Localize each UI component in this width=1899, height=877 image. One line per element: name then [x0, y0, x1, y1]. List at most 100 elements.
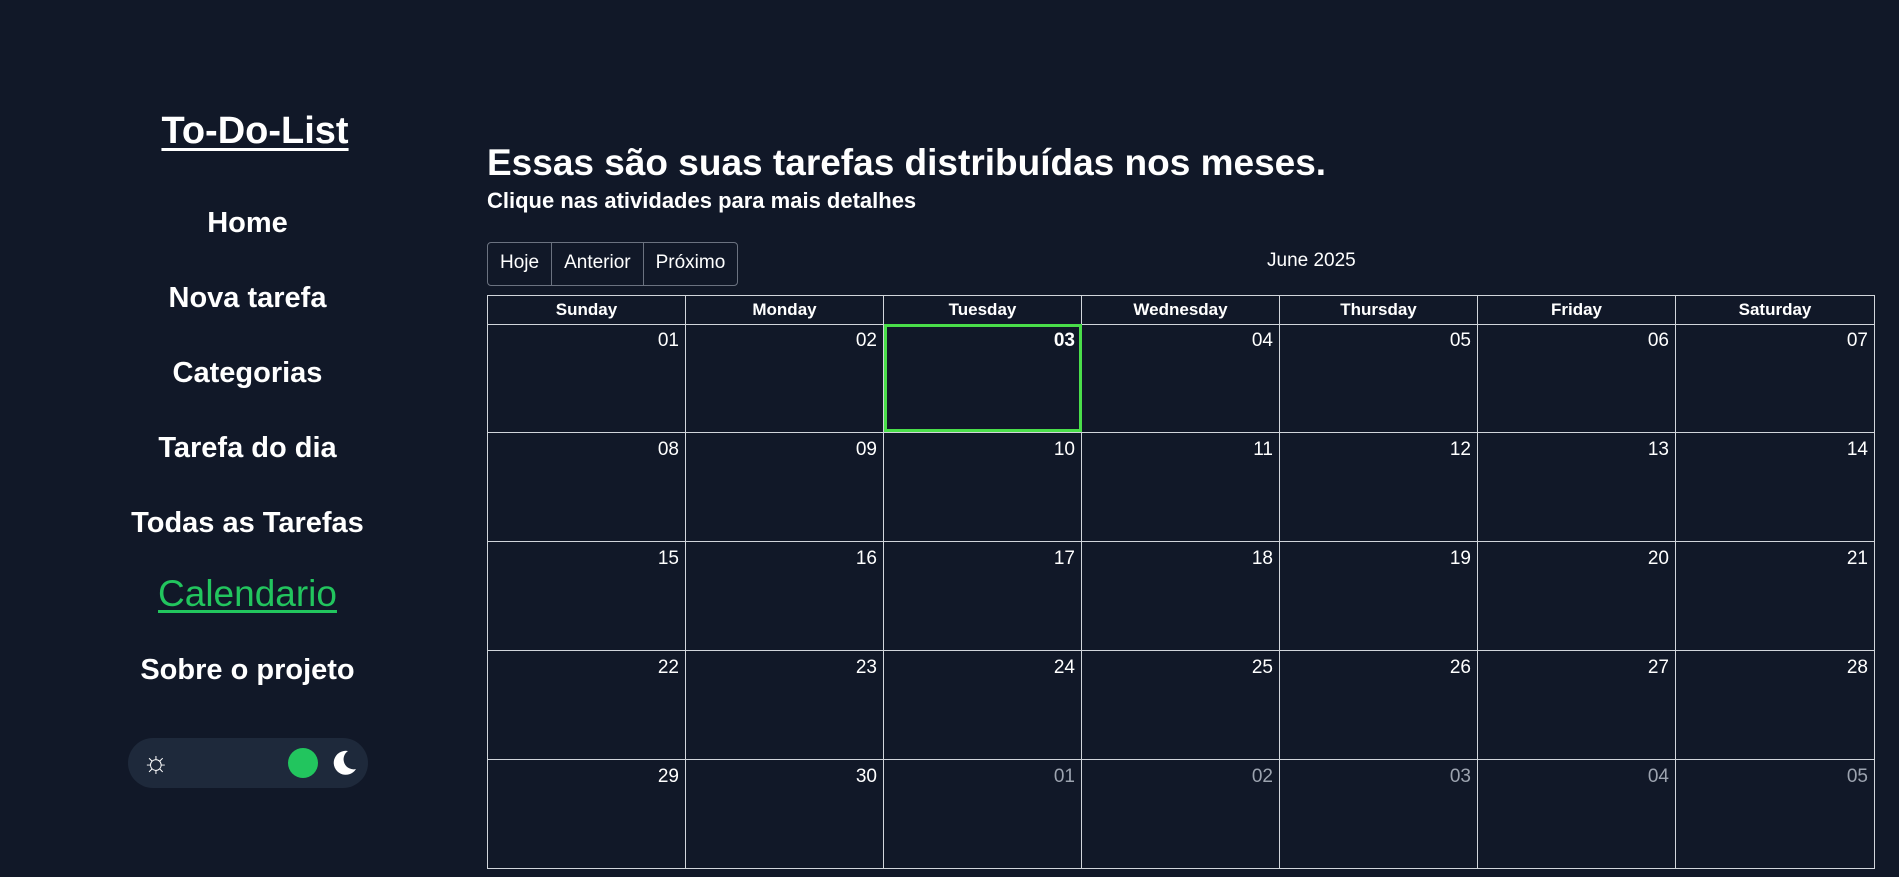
weekday-monday: Monday	[686, 296, 884, 325]
calendar-day[interactable]: 29	[488, 760, 686, 868]
calendar-day[interactable]: 17	[884, 542, 1082, 650]
calendar-day[interactable]: 30	[686, 760, 884, 868]
day-number: 14	[1846, 439, 1868, 460]
day-number: 13	[1647, 439, 1669, 460]
day-number: 27	[1647, 657, 1669, 678]
calendar-day[interactable]: 07	[1676, 324, 1874, 432]
weekday-header: Sunday Monday Tuesday Wednesday Thursday…	[488, 296, 1874, 325]
weekday-sunday: Sunday	[488, 296, 686, 325]
calendar-day[interactable]: 14	[1676, 433, 1874, 541]
day-number: 05	[1449, 330, 1471, 351]
calendar-day[interactable]: 22	[488, 651, 686, 759]
day-number: 21	[1846, 548, 1868, 569]
calendar-day[interactable]: 03	[1280, 760, 1478, 868]
calendar-day[interactable]: 18	[1082, 542, 1280, 650]
nav-item-sobre-o-projeto[interactable]: Sobre o projeto	[120, 654, 375, 729]
calendar-day[interactable]: 19	[1280, 542, 1478, 650]
calendar-day[interactable]: 16	[686, 542, 884, 650]
calendar-grid: Sunday Monday Tuesday Wednesday Thursday…	[487, 295, 1875, 869]
theme-toggle[interactable]: ☼	[128, 738, 368, 788]
day-number: 01	[1053, 766, 1075, 787]
day-number: 26	[1449, 657, 1471, 678]
calendar-day[interactable]: 02	[1082, 760, 1280, 868]
toggle-knob[interactable]	[288, 748, 318, 778]
nav-item-todas-as-tarefas[interactable]: Todas as Tarefas	[120, 507, 375, 582]
day-number: 24	[1053, 657, 1075, 678]
day-number: 03	[1449, 766, 1471, 787]
calendar-day[interactable]: 01	[488, 324, 686, 432]
calendar-day[interactable]: 04	[1082, 324, 1280, 432]
calendar-week: 29 30 01 02 03 04 05	[488, 760, 1874, 868]
calendar-day[interactable]: 28	[1676, 651, 1874, 759]
calendar-week: 08 09 10 11 12 13 14	[488, 433, 1874, 542]
next-button[interactable]: Próximo	[644, 243, 738, 285]
day-number: 06	[1647, 330, 1669, 351]
calendar-day[interactable]: 02	[686, 324, 884, 432]
calendar-day[interactable]: 13	[1478, 433, 1676, 541]
brand-title[interactable]: To-Do-List	[120, 110, 390, 153]
nav-item-home[interactable]: Home	[120, 207, 375, 282]
sun-icon: ☼	[142, 746, 170, 779]
calendar-day[interactable]: 11	[1082, 433, 1280, 541]
calendar-day[interactable]: 12	[1280, 433, 1478, 541]
calendar-week: 22 23 24 25 26 27 28	[488, 651, 1874, 760]
calendar-week: 15 16 17 18 19 20 21	[488, 542, 1874, 651]
day-number: 04	[1647, 766, 1669, 787]
day-number: 09	[855, 439, 877, 460]
day-number: 22	[657, 657, 679, 678]
day-number: 23	[855, 657, 877, 678]
day-number: 02	[855, 330, 877, 351]
sidebar-nav: Home Nova tarefa Categorias Tarefa do di…	[120, 207, 375, 729]
day-number: 03	[1053, 330, 1075, 351]
nav-item-categorias[interactable]: Categorias	[120, 357, 375, 432]
day-number: 04	[1251, 330, 1273, 351]
day-number: 02	[1251, 766, 1273, 787]
day-number: 08	[657, 439, 679, 460]
calendar-day[interactable]: 06	[1478, 324, 1676, 432]
day-number: 15	[657, 548, 679, 569]
previous-button[interactable]: Anterior	[552, 243, 644, 285]
calendar-day[interactable]: 01	[884, 760, 1082, 868]
day-number: 07	[1846, 330, 1868, 351]
day-number: 19	[1449, 548, 1471, 569]
calendar-day[interactable]: 05	[1280, 324, 1478, 432]
calendar-day[interactable]: 15	[488, 542, 686, 650]
calendar-day[interactable]: 26	[1280, 651, 1478, 759]
main-content: Essas são suas tarefas distribuídas nos …	[487, 140, 1877, 869]
day-number: 28	[1846, 657, 1868, 678]
nav-item-nova-tarefa[interactable]: Nova tarefa	[120, 282, 375, 357]
nav-item-tarefa-do-dia[interactable]: Tarefa do dia	[120, 432, 375, 507]
day-number: 17	[1053, 548, 1075, 569]
day-number: 18	[1251, 548, 1273, 569]
calendar-week: 01 02 03 04 05 06 07	[488, 324, 1874, 433]
calendar-toolbar: Hoje Anterior Próximo	[487, 242, 739, 286]
calendar-day[interactable]: 21	[1676, 542, 1874, 650]
day-number: 16	[855, 548, 877, 569]
calendar-day[interactable]: 09	[686, 433, 884, 541]
calendar-day[interactable]: 23	[686, 651, 884, 759]
today-button[interactable]: Hoje	[488, 243, 553, 285]
calendar-day[interactable]: 24	[884, 651, 1082, 759]
day-number: 05	[1846, 766, 1868, 787]
calendar-day[interactable]: 25	[1082, 651, 1280, 759]
weekday-thursday: Thursday	[1280, 296, 1478, 325]
day-number: 29	[657, 766, 679, 787]
calendar-day[interactable]: 20	[1478, 542, 1676, 650]
day-number: 12	[1449, 439, 1471, 460]
calendar-day[interactable]: 10	[884, 433, 1082, 541]
calendar-day[interactable]: 05	[1676, 760, 1874, 868]
day-number: 11	[1253, 439, 1273, 460]
month-label: June 2025	[1267, 250, 1356, 271]
calendar-day[interactable]: 04	[1478, 760, 1676, 868]
weekday-tuesday: Tuesday	[884, 296, 1082, 325]
nav-item-calendario[interactable]: Calendario	[120, 574, 375, 654]
day-number: 30	[855, 766, 877, 787]
page-title: Essas são suas tarefas distribuídas nos …	[487, 142, 1327, 183]
weekday-saturday: Saturday	[1676, 296, 1874, 325]
calendar-day-today[interactable]: 03	[884, 324, 1082, 432]
calendar-day[interactable]: 08	[488, 433, 686, 541]
calendar-day[interactable]: 27	[1478, 651, 1676, 759]
moon-icon	[333, 750, 356, 775]
calendar-weeks: 01 02 03 04 05 06 07 08 09 10 11 12 13 14 15 16 17 18 19 20…	[488, 324, 1874, 868]
day-number: 10	[1053, 439, 1075, 460]
